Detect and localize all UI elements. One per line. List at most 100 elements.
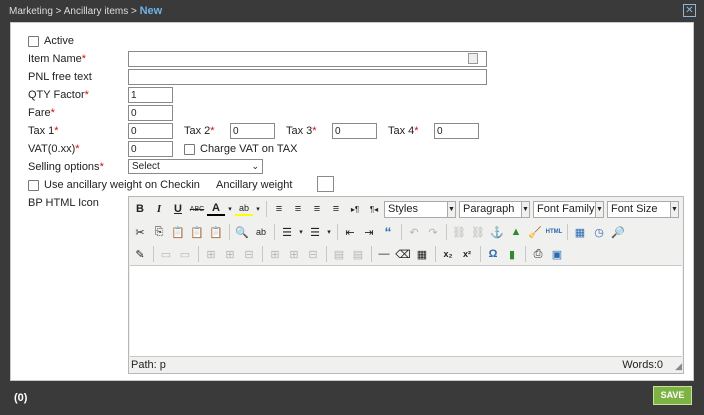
rtl-icon[interactable]: ¶◂ [365,200,383,218]
bp-label: BP HTML Icon [28,197,99,209]
item-name-row: Item Name * [28,51,86,67]
editor-toolbar-row-2: ✂ ⎘ 📋 📋 📋 🔍 ab ☰ ▾ ☰ ▾ ⇤ ⇥ “ ↶ ↷ ⛓ ⛓ ⚓ ▲ [131,222,628,242]
unlink-icon[interactable]: ⛓ [469,223,487,241]
merge-cells-icon[interactable]: ▤ [349,245,367,263]
pnl-input[interactable] [128,69,487,85]
undo-icon[interactable]: ↶ [405,223,423,241]
insert-time-icon[interactable]: ◷ [590,223,608,241]
image-icon[interactable]: ▲ [507,223,525,241]
chevron-down-icon: ⌄ [251,161,259,171]
fullscreen-icon[interactable]: ▣ [548,245,566,263]
visual-aid-icon[interactable]: ▦ [413,245,431,263]
replace-icon[interactable]: ab [252,223,270,241]
active-checkbox[interactable] [28,35,39,47]
selling-select[interactable]: Select ⌄ [128,159,263,174]
anc-weight-row: Use ancillary weight on Checkin [28,177,200,193]
cleanup-icon[interactable]: 🧹 [526,223,544,241]
highlight-icon[interactable]: ab [235,202,253,216]
copy-icon[interactable]: ⎘ [150,223,168,241]
print-icon[interactable]: ⎙ [529,245,547,263]
vat-row: VAT(0.xx) * [28,141,80,157]
chevron-down-icon[interactable]: ▾ [226,200,234,218]
editor-content-area[interactable] [130,265,682,357]
font-color-icon[interactable]: A [207,202,225,216]
paste-word-icon[interactable]: 📋 [207,223,225,241]
superscript-icon[interactable]: x² [458,245,476,263]
qty-row: QTY Factor * [28,87,89,103]
bullet-list-icon[interactable]: ☰ [278,223,296,241]
styles-dropdown[interactable]: Styles ▼ [384,200,456,218]
tax3-input[interactable] [332,123,377,139]
required-mark: * [312,125,317,137]
remove-format-icon[interactable]: ⌫ [394,245,412,263]
align-justify-icon[interactable]: ≡ [327,200,345,218]
horizontal-rule-icon[interactable]: — [375,245,393,263]
font-family-dropdown[interactable]: Font Family ▼ [533,200,604,218]
outdent-icon[interactable]: ⇤ [341,223,359,241]
link-icon[interactable]: ⛓ [450,223,468,241]
italic-icon[interactable]: I [150,200,168,218]
bold-icon[interactable]: B [131,200,149,218]
required-mark: * [99,161,104,173]
insert-row-before-icon[interactable]: ⊞ [202,245,220,263]
preview-icon[interactable]: 🔎 [609,223,627,241]
toolbar-divider [567,224,568,240]
vat-input[interactable] [128,141,173,157]
fare-input[interactable] [128,105,173,121]
indent-icon[interactable]: ⇥ [360,223,378,241]
insert-col-before-icon[interactable]: ⊞ [266,245,284,263]
toolbar-divider [401,224,402,240]
ltr-icon[interactable]: ▸¶ [346,200,364,218]
blockquote-icon[interactable]: “ [379,223,397,241]
chevron-down-icon[interactable]: ▾ [254,200,262,218]
strikethrough-icon[interactable]: ABC [188,200,206,218]
numbered-list-icon[interactable]: ☰ [306,223,324,241]
redo-icon[interactable]: ↷ [424,223,442,241]
table-cell-props-icon[interactable]: ▭ [176,245,194,263]
anc-weight-checkbox[interactable] [28,179,39,191]
special-char-icon[interactable]: Ω [484,245,502,263]
insert-date-icon[interactable]: ▦ [571,223,589,241]
subscript-icon[interactable]: x₂ [439,245,457,263]
paragraph-dropdown[interactable]: Paragraph ▼ [459,200,530,218]
tax2-input[interactable] [230,123,275,139]
split-cells-icon[interactable]: ▤ [330,245,348,263]
cut-icon[interactable]: ✂ [131,223,149,241]
save-button[interactable]: SAVE [653,386,692,405]
delete-col-icon[interactable]: ⊟ [304,245,322,263]
qty-input[interactable] [128,87,173,103]
find-icon[interactable]: 🔍 [233,223,251,241]
active-row: Active [28,33,74,49]
delete-row-icon[interactable]: ⊟ [240,245,258,263]
paste-icon[interactable]: 📋 [169,223,187,241]
chevron-down-icon[interactable]: ▾ [297,223,305,241]
insert-row-after-icon[interactable]: ⊞ [221,245,239,263]
toolbar-divider [274,224,275,240]
underline-icon[interactable]: U [169,200,187,218]
charge-vat-label: Charge VAT on TAX [200,143,298,155]
resize-handle-icon[interactable]: ◢ [675,361,682,372]
tax4-input[interactable] [434,123,479,139]
align-right-icon[interactable]: ≡ [308,200,326,218]
chevron-down-icon: ▼ [447,201,455,217]
media-icon[interactable]: ▮ [503,245,521,263]
insert-col-after-icon[interactable]: ⊞ [285,245,303,263]
paste-text-icon[interactable]: 📋 [188,223,206,241]
tax1-input[interactable] [128,123,173,139]
chevron-down-icon[interactable]: ▾ [325,223,333,241]
item-name-input[interactable] [128,51,487,67]
translate-icon[interactable] [468,53,478,64]
table-row-props-icon[interactable]: ▭ [157,245,175,263]
html-source-icon[interactable]: HTML [545,223,563,241]
align-center-icon[interactable]: ≡ [289,200,307,218]
tax1-label: Tax 1 [28,125,55,137]
align-left-icon[interactable]: ≡ [270,200,288,218]
charge-vat-checkbox[interactable] [184,143,195,155]
selling-row: Selling options * [28,159,104,175]
font-size-dropdown[interactable]: Font Size ▼ [607,200,679,218]
tax4-label: Tax 4 [388,125,415,137]
anc-weight-input[interactable] [317,176,334,192]
close-icon[interactable]: ✕ [683,4,696,17]
anchor-icon[interactable]: ⚓ [488,223,506,241]
edit-css-icon[interactable]: ✎ [131,245,149,263]
